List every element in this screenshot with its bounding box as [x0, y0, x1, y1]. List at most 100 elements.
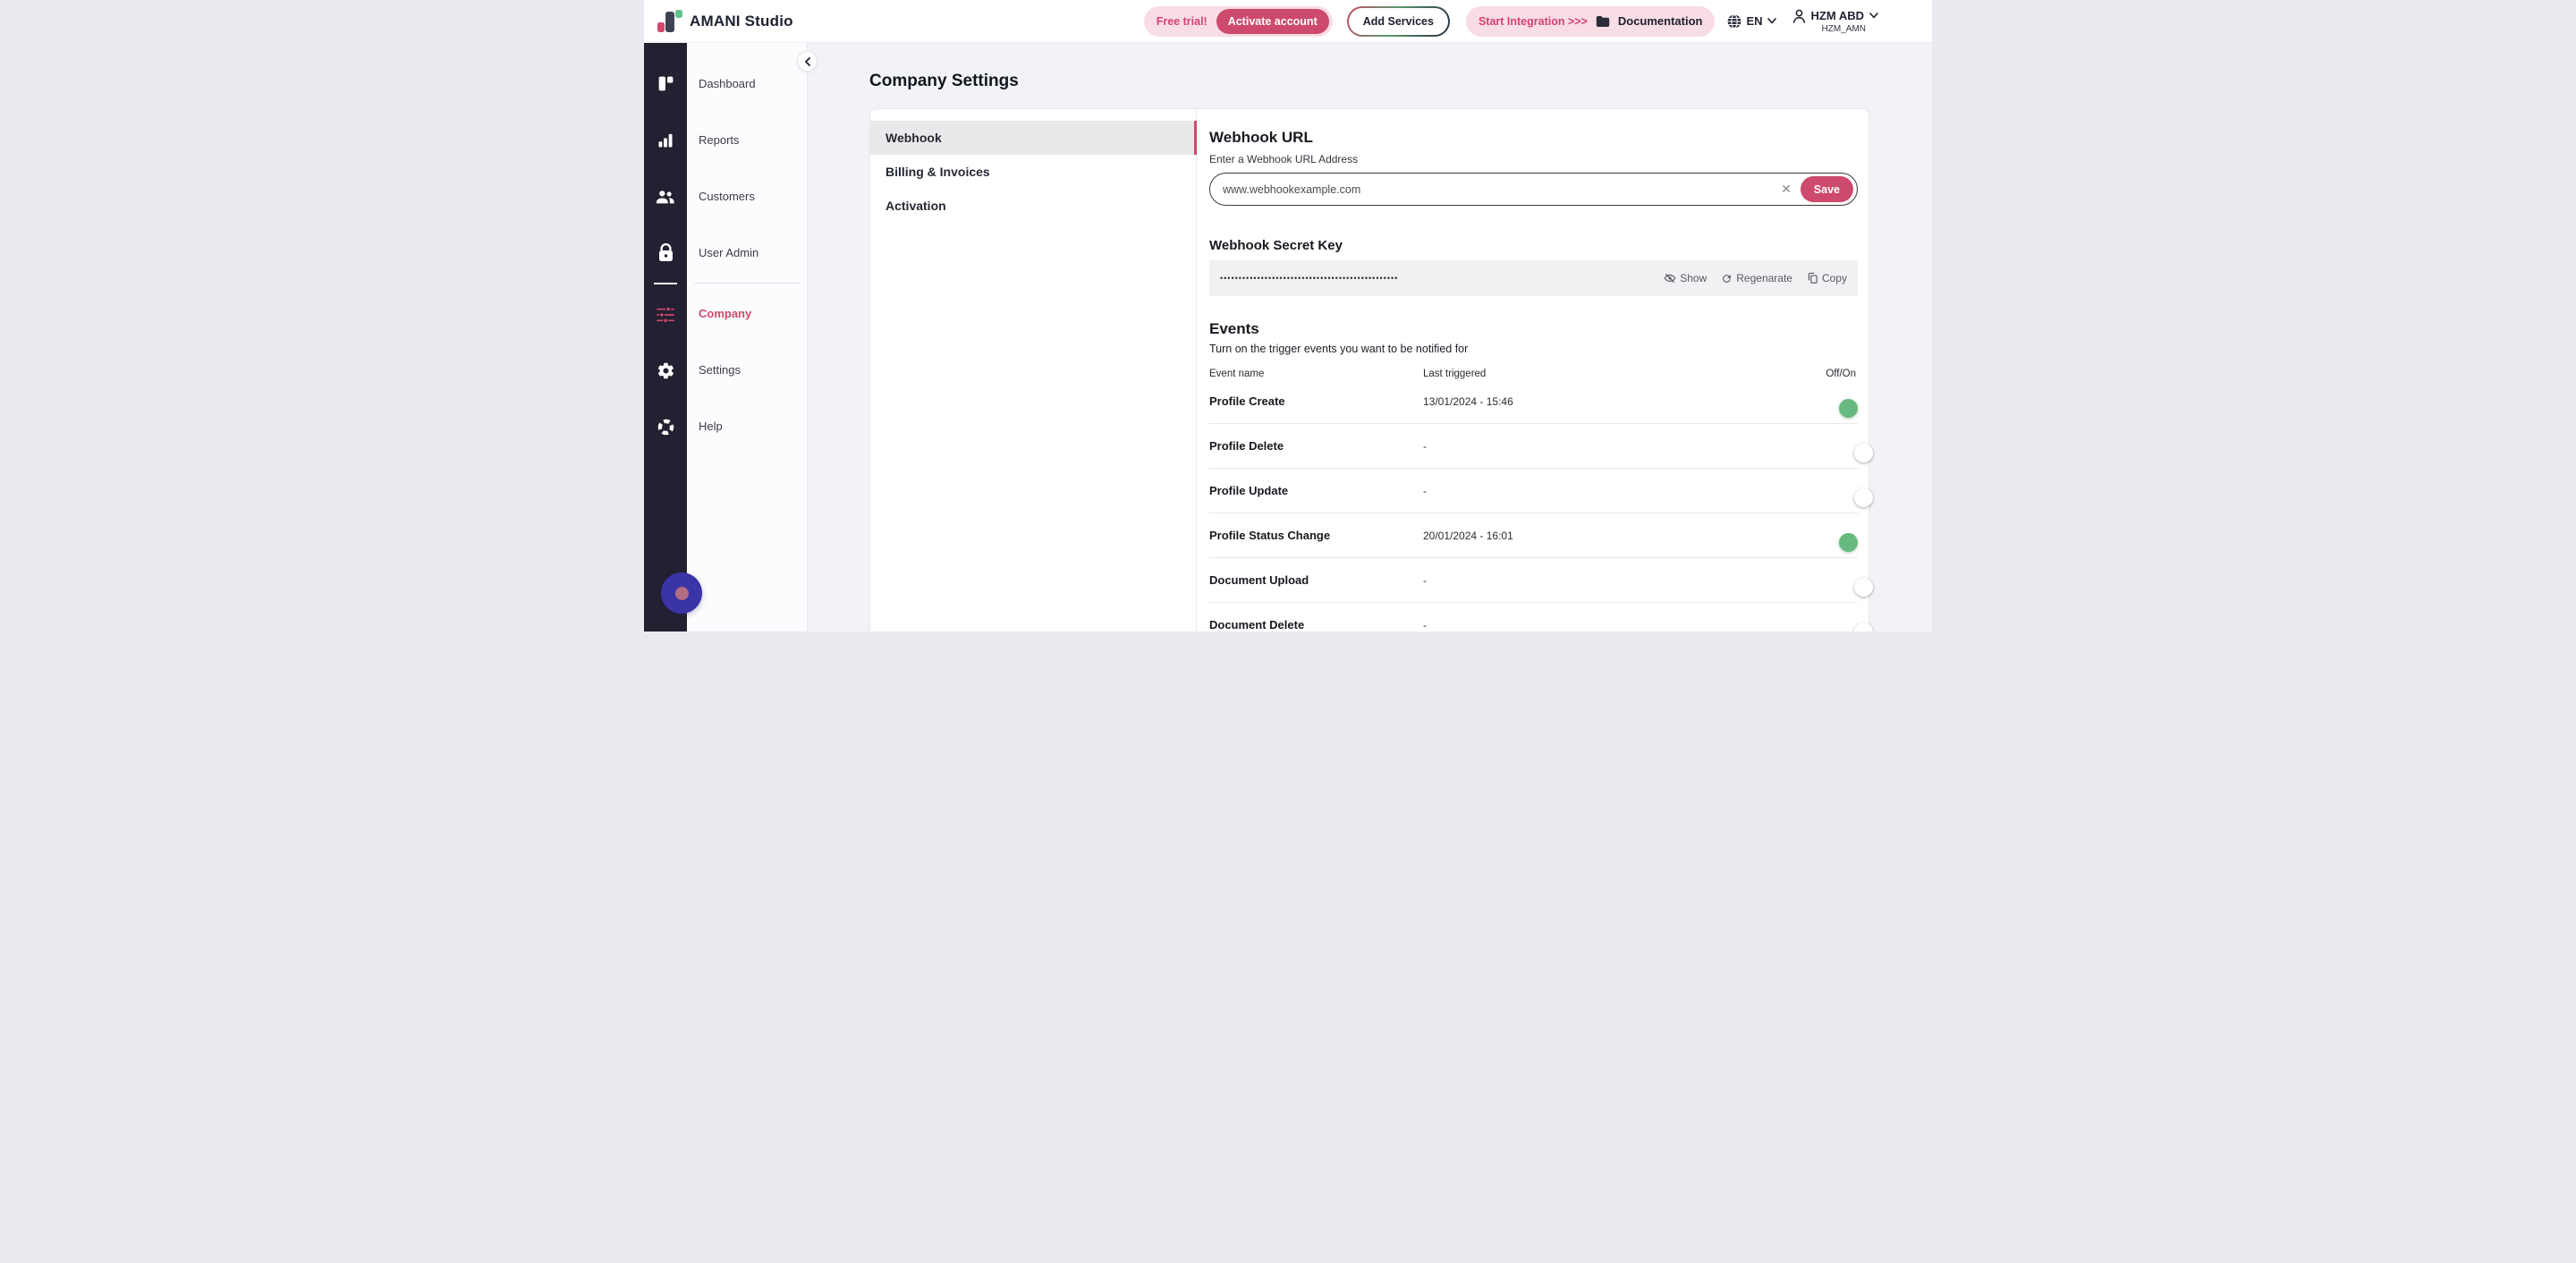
- settings-nav: Webhook Billing & Invoices Activation: [870, 109, 1197, 632]
- chevron-down-icon: [1869, 13, 1878, 19]
- dashboard-icon: [657, 74, 675, 93]
- gear-icon: [657, 361, 675, 380]
- language-code: EN: [1746, 14, 1762, 28]
- sidebar-icon-help[interactable]: [644, 399, 687, 455]
- column-off-on: Off/On: [1775, 369, 1858, 379]
- sliders-icon: [656, 306, 675, 324]
- sidebar-menu: Dashboard Reports Customers User Admin C…: [687, 43, 808, 632]
- main-content: Company Settings Webhook Billing & Invoi…: [808, 43, 1932, 632]
- sidebar-icon-company[interactable]: [644, 286, 687, 343]
- event-row: Document Delete -: [1209, 603, 1858, 632]
- webhook-secret-title: Webhook Secret Key: [1209, 238, 1858, 253]
- sidebar-icon-settings[interactable]: [644, 343, 687, 399]
- app-window: AMANI Studio Free trial! Activate accoun…: [644, 0, 1932, 632]
- settings-tab-activation[interactable]: Activation: [870, 189, 1196, 223]
- brand[interactable]: AMANI Studio: [657, 9, 793, 34]
- regenerate-secret-button[interactable]: Regenarate: [1721, 272, 1792, 284]
- event-last-triggered: -: [1423, 574, 1775, 587]
- event-last-triggered: -: [1423, 485, 1775, 497]
- events-subtitle: Turn on the trigger events you want to b…: [1209, 343, 1858, 355]
- event-last-triggered: 20/01/2024 - 16:01: [1423, 530, 1775, 542]
- event-row: Profile Delete -: [1209, 424, 1858, 469]
- lock-icon: [657, 243, 674, 262]
- bar-chart-icon: [657, 131, 674, 149]
- settings-tab-webhook[interactable]: Webhook: [870, 121, 1196, 155]
- sidebar-icon-rail: [644, 43, 687, 632]
- event-row: Profile Update -: [1209, 469, 1858, 513]
- sidebar-icon-customers[interactable]: [644, 168, 687, 225]
- event-name: Document Upload: [1209, 573, 1423, 587]
- webhook-url-field: ✕ Save: [1209, 173, 1858, 206]
- start-integration-link[interactable]: Start Integration >>>: [1479, 15, 1588, 28]
- chevron-down-icon: [1767, 18, 1776, 24]
- sidebar-icon-user-admin[interactable]: [644, 225, 687, 281]
- user-menu[interactable]: HZM ABD HZM_AMN: [1792, 9, 1878, 34]
- sidebar-item-dashboard[interactable]: Dashboard: [687, 55, 807, 112]
- sidebar-icon-reports[interactable]: [644, 112, 687, 168]
- event-row: Profile Status Change 20/01/2024 - 16:01: [1209, 513, 1858, 558]
- copy-secret-button[interactable]: Copy: [1807, 272, 1847, 284]
- sidebar-item-help[interactable]: Help: [687, 398, 807, 454]
- user-icon: [1792, 9, 1806, 23]
- integration-pill: Start Integration >>> Documentation: [1466, 6, 1716, 37]
- people-icon: [656, 189, 675, 205]
- events-title: Events: [1209, 320, 1858, 338]
- chat-fab-inner-dot: [675, 587, 689, 600]
- sidebar-icon-dashboard[interactable]: [644, 55, 687, 112]
- event-row: Profile Create 13/01/2024 - 15:46: [1209, 379, 1858, 424]
- documentation-link[interactable]: Documentation: [1618, 14, 1703, 28]
- page-title: Company Settings: [869, 72, 1932, 91]
- copy-label: Copy: [1822, 272, 1847, 284]
- column-last-triggered: Last triggered: [1423, 369, 1775, 379]
- sidebar-item-customers[interactable]: Customers: [687, 168, 807, 225]
- event-name: Profile Create: [1209, 394, 1423, 408]
- copy-icon: [1807, 272, 1818, 284]
- folder-icon: [1596, 15, 1610, 28]
- event-name: Profile Update: [1209, 484, 1423, 497]
- activate-account-button[interactable]: Activate account: [1216, 9, 1329, 34]
- sidebar-item-user-admin[interactable]: User Admin: [687, 225, 807, 281]
- event-last-triggered: -: [1423, 440, 1775, 453]
- column-event-name: Event name: [1209, 369, 1423, 379]
- language-selector[interactable]: EN: [1727, 14, 1775, 29]
- free-trial-pill: Free trial! Activate account: [1144, 6, 1333, 37]
- sidebar-item-reports[interactable]: Reports: [687, 112, 807, 168]
- brand-logo-icon: [657, 9, 682, 34]
- event-row: Document Upload -: [1209, 558, 1858, 603]
- regenerate-label: Regenarate: [1736, 272, 1792, 284]
- show-label: Show: [1680, 272, 1707, 284]
- free-trial-label: Free trial!: [1157, 15, 1208, 28]
- menu-divider: [694, 283, 800, 284]
- rail-divider: [654, 283, 677, 284]
- show-secret-button[interactable]: Show: [1664, 272, 1707, 284]
- top-header: AMANI Studio Free trial! Activate accoun…: [644, 0, 1932, 43]
- webhook-panel: Webhook URL Enter a Webhook URL Address …: [1197, 109, 1868, 632]
- chat-fab-button[interactable]: [661, 572, 702, 614]
- add-services-button[interactable]: Add Services: [1347, 6, 1450, 37]
- user-name: HZM ABD: [1811, 9, 1864, 22]
- webhook-url-label: Enter a Webhook URL Address: [1209, 153, 1858, 165]
- sidebar-collapse-button[interactable]: [797, 51, 818, 72]
- events-table-header: Event name Last triggered Off/On: [1209, 369, 1858, 379]
- event-name: Document Delete: [1209, 618, 1423, 632]
- sidebar-item-company[interactable]: Company: [687, 285, 807, 342]
- sidebar-item-settings[interactable]: Settings: [687, 342, 807, 398]
- user-code: HZM_AMN: [1822, 24, 1866, 34]
- event-name: Profile Delete: [1209, 439, 1423, 453]
- life-ring-icon: [657, 418, 675, 437]
- settings-card: Webhook Billing & Invoices Activation We…: [869, 108, 1869, 632]
- refresh-icon: [1721, 273, 1733, 284]
- secret-masked-value: ••••••••••••••••••••••••••••••••••••••••…: [1220, 275, 1664, 283]
- eye-off-icon: [1664, 273, 1676, 284]
- brand-name: AMANI Studio: [690, 13, 793, 30]
- event-last-triggered: 13/01/2024 - 15:46: [1423, 395, 1775, 408]
- webhook-secret-bar: ••••••••••••••••••••••••••••••••••••••••…: [1209, 260, 1858, 296]
- globe-icon: [1727, 14, 1741, 29]
- event-name: Profile Status Change: [1209, 529, 1423, 542]
- event-last-triggered: -: [1423, 619, 1775, 632]
- settings-tab-billing[interactable]: Billing & Invoices: [870, 155, 1196, 189]
- webhook-url-input[interactable]: [1221, 182, 1781, 197]
- webhook-url-title: Webhook URL: [1209, 129, 1858, 147]
- clear-icon[interactable]: ✕: [1781, 182, 1792, 197]
- save-button[interactable]: Save: [1801, 176, 1853, 202]
